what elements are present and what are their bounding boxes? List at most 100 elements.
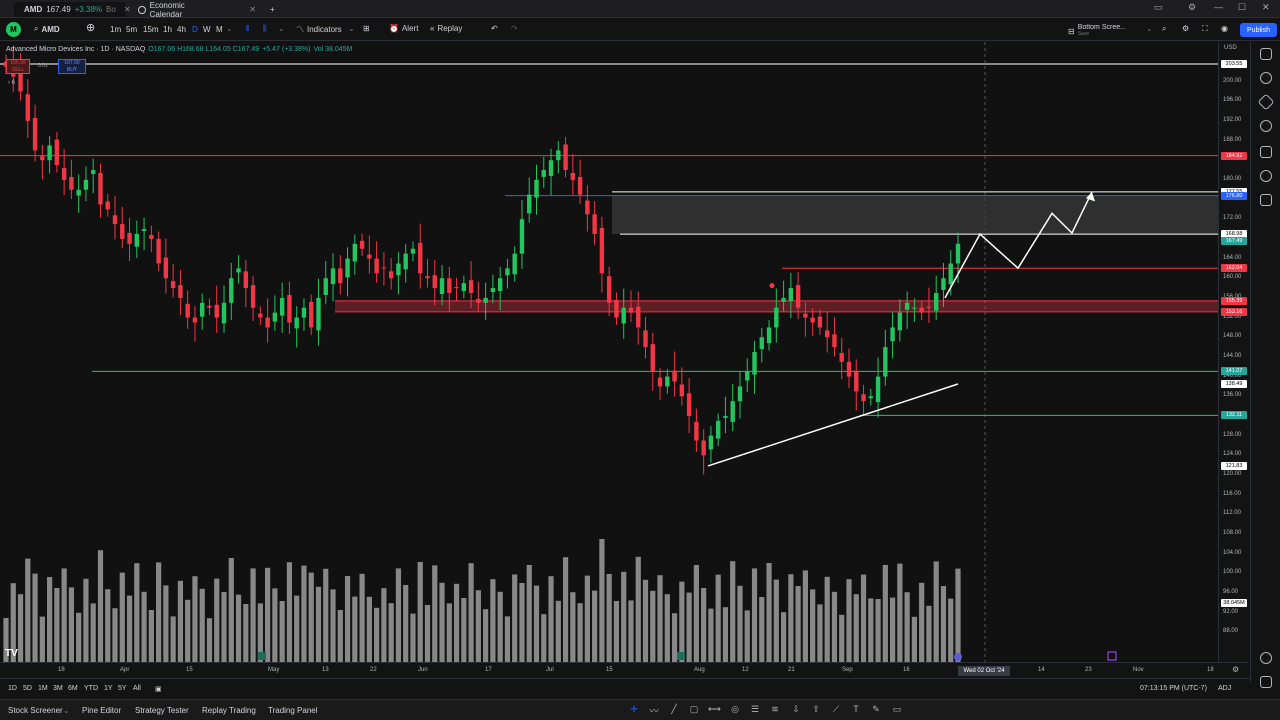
arrow-up-tool-icon[interactable]: ⇧: [810, 704, 822, 716]
adjust-data-toggle[interactable]: ADJ: [1218, 685, 1231, 692]
timeframe-d[interactable]: D: [192, 25, 198, 34]
notifications-icon[interactable]: [1260, 676, 1272, 688]
rectangle-tool-icon[interactable]: ▢: [688, 704, 700, 716]
trend-line-tool-icon[interactable]: 〰: [648, 704, 660, 716]
maximize-icon[interactable]: ☐: [1238, 2, 1246, 13]
range-6m[interactable]: 6M: [68, 685, 78, 692]
comment-tool-icon[interactable]: ▭: [891, 704, 903, 716]
range-3m[interactable]: 3M: [53, 685, 63, 692]
stock-screener-tab[interactable]: Stock Screener: [8, 706, 63, 715]
legend-collapse-toggle[interactable]: › 6: [8, 80, 15, 86]
pine-editor-tab[interactable]: Pine Editor: [82, 706, 121, 715]
timeframe-m[interactable]: M: [216, 25, 223, 34]
clock-time[interactable]: 07:13:15 PM (UTC-7): [1140, 685, 1207, 692]
timeframe-1m[interactable]: 1m: [110, 25, 121, 34]
layout-button[interactable]: ⊟ Bottom Scree... Save: [1068, 24, 1126, 38]
volume-bar: [163, 585, 169, 662]
range-5y[interactable]: 5Y: [118, 685, 127, 692]
candle: [592, 214, 597, 234]
volume-bar: [250, 568, 256, 662]
window-icon[interactable]: ▭: [1154, 2, 1163, 13]
ray-tool-icon[interactable]: ⟷: [708, 704, 721, 716]
volume-bar: [897, 563, 903, 662]
range-all[interactable]: All: [133, 685, 141, 692]
tab-economic-calendar[interactable]: Economic Calendar ✕: [132, 1, 262, 19]
price-chart[interactable]: [0, 42, 1218, 662]
candle: [505, 268, 510, 276]
alert-label: Alert: [401, 24, 419, 33]
replay-trading-tab[interactable]: Replay Trading: [202, 706, 256, 715]
replay-button[interactable]: « Replay: [430, 24, 462, 33]
user-avatar[interactable]: M: [6, 22, 21, 37]
price-axis[interactable]: USD 200.00196.00192.00188.00184.00180.00…: [1218, 42, 1248, 662]
candle: [120, 224, 125, 239]
text-tool-icon[interactable]: T: [850, 704, 862, 716]
bar-style-icon[interactable]: ⫼: [263, 24, 267, 34]
settings-icon[interactable]: ⚙: [1188, 2, 1196, 13]
minimize-icon[interactable]: —: [1214, 2, 1223, 12]
help-icon[interactable]: [1260, 652, 1272, 664]
range-1m[interactable]: 1M: [38, 685, 48, 692]
indicators-button[interactable]: 〽 Indicators: [296, 24, 342, 35]
chevron-down-icon[interactable]: ⌄: [348, 24, 355, 33]
date-range-icon[interactable]: ▣: [155, 685, 162, 693]
range-1d[interactable]: 1D: [8, 685, 17, 692]
data-window-icon[interactable]: [1260, 194, 1272, 206]
undo-icon[interactable]: ↶: [491, 24, 498, 33]
chevron-down-icon[interactable]: ⌄: [1146, 24, 1153, 33]
ideas-icon[interactable]: [1260, 120, 1272, 132]
line-tool-icon[interactable]: ╱: [668, 704, 680, 716]
close-tab-icon[interactable]: ✕: [249, 5, 256, 14]
volume-bar: [76, 612, 82, 662]
range-1y[interactable]: 1Y: [104, 685, 113, 692]
timeframe-15m[interactable]: 15m: [143, 25, 159, 34]
fib-tool-icon[interactable]: ☰: [749, 704, 761, 716]
arrow-down-tool-icon[interactable]: ⇩: [790, 704, 802, 716]
compare-symbol-icon[interactable]: ⊕: [86, 21, 95, 34]
redo-icon[interactable]: ↷: [511, 24, 518, 33]
candle: [309, 301, 314, 328]
candles-icon[interactable]: ⫴: [246, 24, 249, 34]
path-tool-icon[interactable]: ⟋: [830, 704, 842, 716]
range-ytd[interactable]: YTD: [84, 685, 98, 692]
chevron-down-icon[interactable]: ⌄: [226, 24, 233, 33]
timeframe-w[interactable]: W: [203, 25, 211, 34]
chevron-down-icon[interactable]: ⌄: [278, 24, 285, 33]
tab-amd[interactable]: AMD 167.49 +3.38% Bo ✕: [14, 2, 131, 17]
watchlist-icon[interactable]: [1260, 48, 1272, 60]
sell-button[interactable]: 166.99 SELL: [6, 59, 30, 74]
publish-button[interactable]: Publish: [1240, 23, 1277, 37]
channel-tool-icon[interactable]: ≋: [769, 704, 781, 716]
brush-tool-icon[interactable]: ✎: [870, 704, 882, 716]
layers-icon[interactable]: [1257, 93, 1275, 111]
camera-icon[interactable]: ◉: [1221, 24, 1228, 33]
chat-icon[interactable]: [1260, 146, 1272, 158]
calendar-icon[interactable]: [1260, 170, 1272, 182]
new-tab-button[interactable]: +: [264, 2, 281, 17]
range-5d[interactable]: 5D: [23, 685, 32, 692]
strategy-tester-tab[interactable]: Strategy Tester: [135, 706, 189, 715]
chart-pane[interactable]: [0, 42, 1218, 662]
time-axis[interactable]: Wed 02 Oct '24 ⚙ 18 Apr 15 May 13 22 Jun 17 Jul 1…: [0, 662, 1248, 678]
volume-bar: [730, 561, 736, 662]
fullscreen-icon[interactable]: ⛶: [1202, 24, 1208, 34]
timeframe-4h[interactable]: 4h: [177, 25, 186, 34]
close-window-icon[interactable]: ✕: [1262, 2, 1270, 13]
chevron-down-icon[interactable]: ⌄: [63, 706, 70, 715]
timeframe-1h[interactable]: 1h: [163, 25, 172, 34]
candle: [388, 271, 394, 279]
target-tool-icon[interactable]: ◎: [729, 704, 741, 716]
symbol-search[interactable]: ⌕ AMD: [34, 24, 60, 34]
time-axis-settings-icon[interactable]: ⚙: [1232, 665, 1239, 674]
alert-button[interactable]: ⏰ Alert: [389, 24, 418, 33]
templates-icon[interactable]: ⊞: [363, 24, 370, 33]
crosshair-tool-icon[interactable]: ✛: [628, 704, 640, 716]
settings-icon[interactable]: ⚙: [1182, 24, 1189, 33]
quick-search-icon[interactable]: ⌕: [1162, 24, 1166, 34]
alerts-icon[interactable]: [1260, 72, 1272, 84]
trading-panel-tab[interactable]: Trading Panel: [268, 706, 318, 715]
timeframe-5m[interactable]: 5m: [126, 25, 137, 34]
close-tab-icon[interactable]: ✕: [124, 5, 131, 14]
buy-button[interactable]: 167.00 BUY: [58, 59, 86, 74]
candle: [672, 370, 677, 382]
